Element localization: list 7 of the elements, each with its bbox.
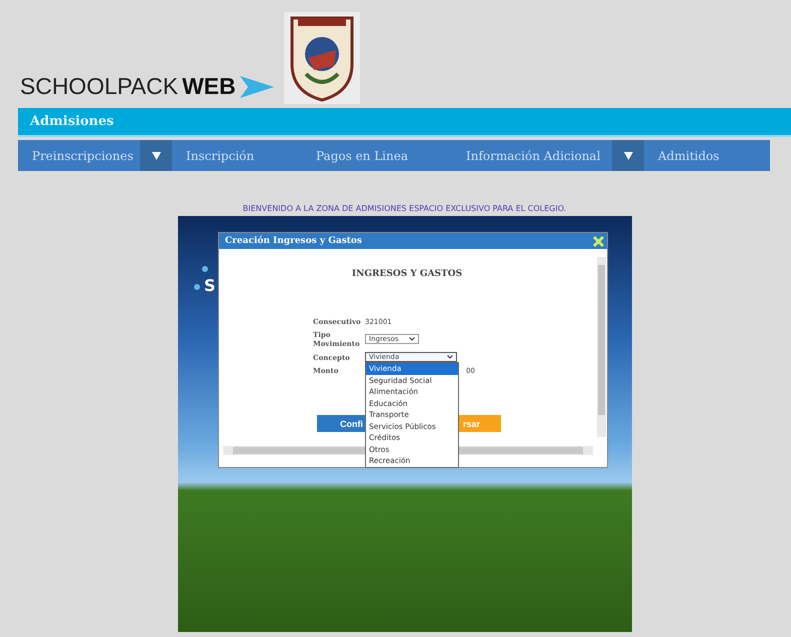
form-heading: INGRESOS Y GASTOS [350,269,464,279]
logo-text: WEB [182,73,236,100]
banner-text: S [204,276,216,295]
section-title: Admisiones [30,114,114,129]
dialog-title: Creación Ingresos y Gastos [225,236,362,246]
logo-text: SCHOOLPACK [20,73,178,100]
welcome-text: BIENVENIDO A LA ZONA DE ADMISIONES ESPACIO EXCLUSIVO PARA EL COLEGIO. [242,204,568,213]
